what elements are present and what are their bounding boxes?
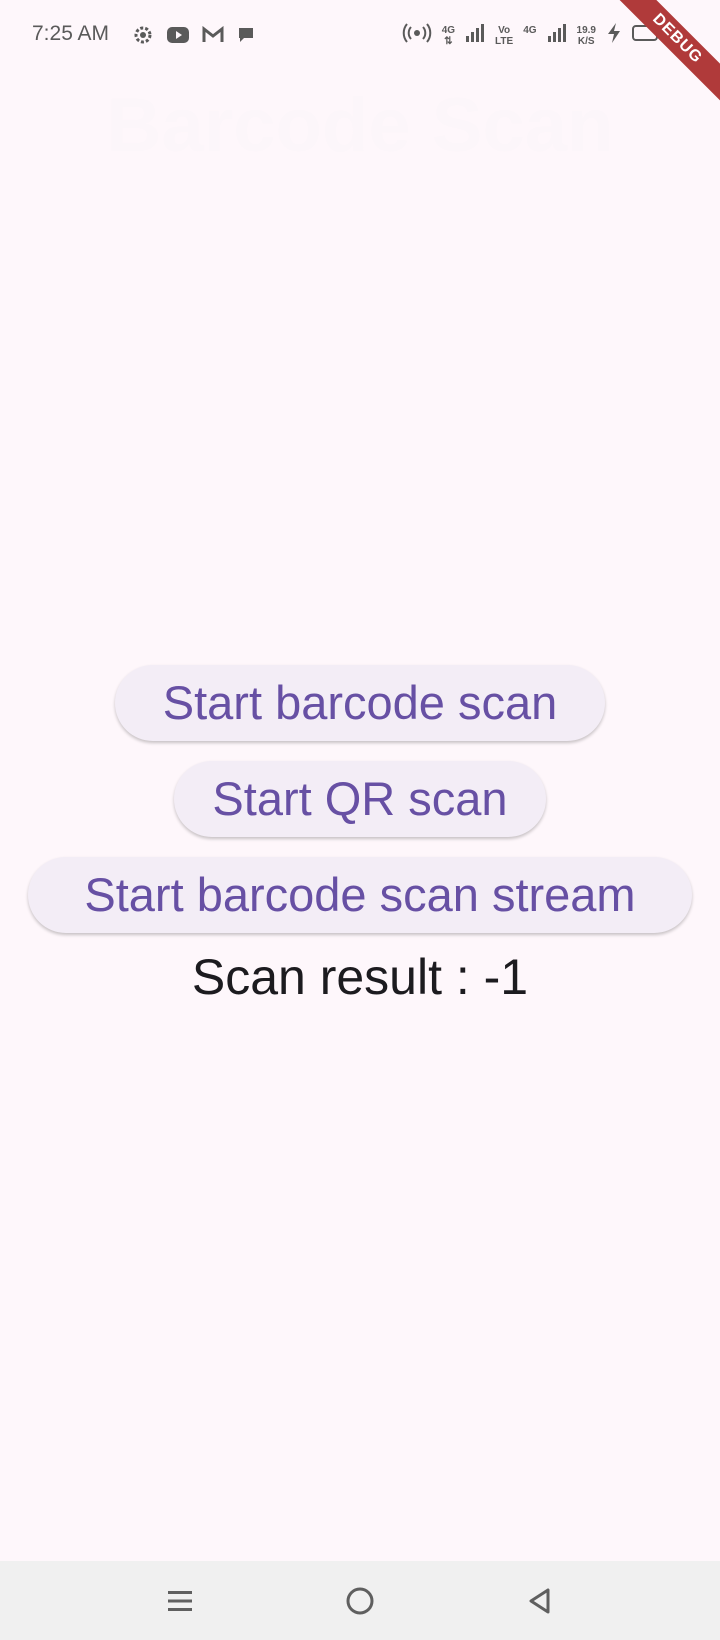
volte-label: Vo LTE xyxy=(495,25,513,47)
signal-icon xyxy=(465,23,485,48)
network-4g-label-2: 4G xyxy=(523,25,536,47)
volte-bottom-text: LTE xyxy=(495,35,514,47)
network-speed: 19.9 K/S xyxy=(577,25,596,47)
hotspot-icon xyxy=(402,22,432,49)
chat-icon xyxy=(236,25,256,45)
start-qr-scan-button[interactable]: Start QR scan xyxy=(174,761,546,837)
menu-icon[interactable] xyxy=(156,1577,204,1625)
status-time: 7:25 AM xyxy=(32,22,110,45)
network-4g-text-2: 4G xyxy=(523,24,537,36)
volte-top-text: Vo xyxy=(498,24,511,36)
network-4g-text: 4G xyxy=(441,24,456,36)
speed-unit: K/S xyxy=(577,35,595,47)
youtube-icon xyxy=(166,25,190,45)
app-title: Barcode Scan xyxy=(106,83,614,168)
settings-icon xyxy=(132,24,154,46)
gmail-icon xyxy=(202,26,224,44)
start-barcode-scan-button[interactable]: Start barcode scan xyxy=(115,665,605,741)
start-barcode-scan-stream-button[interactable]: Start barcode scan stream xyxy=(28,857,692,933)
signal-icon-2 xyxy=(547,23,567,48)
notification-icons xyxy=(132,24,256,46)
network-4g-label: 4G ⇅ xyxy=(442,25,455,47)
back-icon[interactable] xyxy=(516,1577,564,1625)
app-screen: 7:25 AM 4G ⇅ Vo LTE 4G 19.9 K/S DEBUG Ba… xyxy=(0,0,720,1640)
speed-value: 19.9 xyxy=(576,24,596,36)
scan-result-text: Scan result : -1 xyxy=(191,949,529,1005)
data-arrows-icon: ⇅ xyxy=(444,35,453,47)
navigation-bar xyxy=(0,1561,720,1640)
home-icon[interactable] xyxy=(336,1577,384,1625)
